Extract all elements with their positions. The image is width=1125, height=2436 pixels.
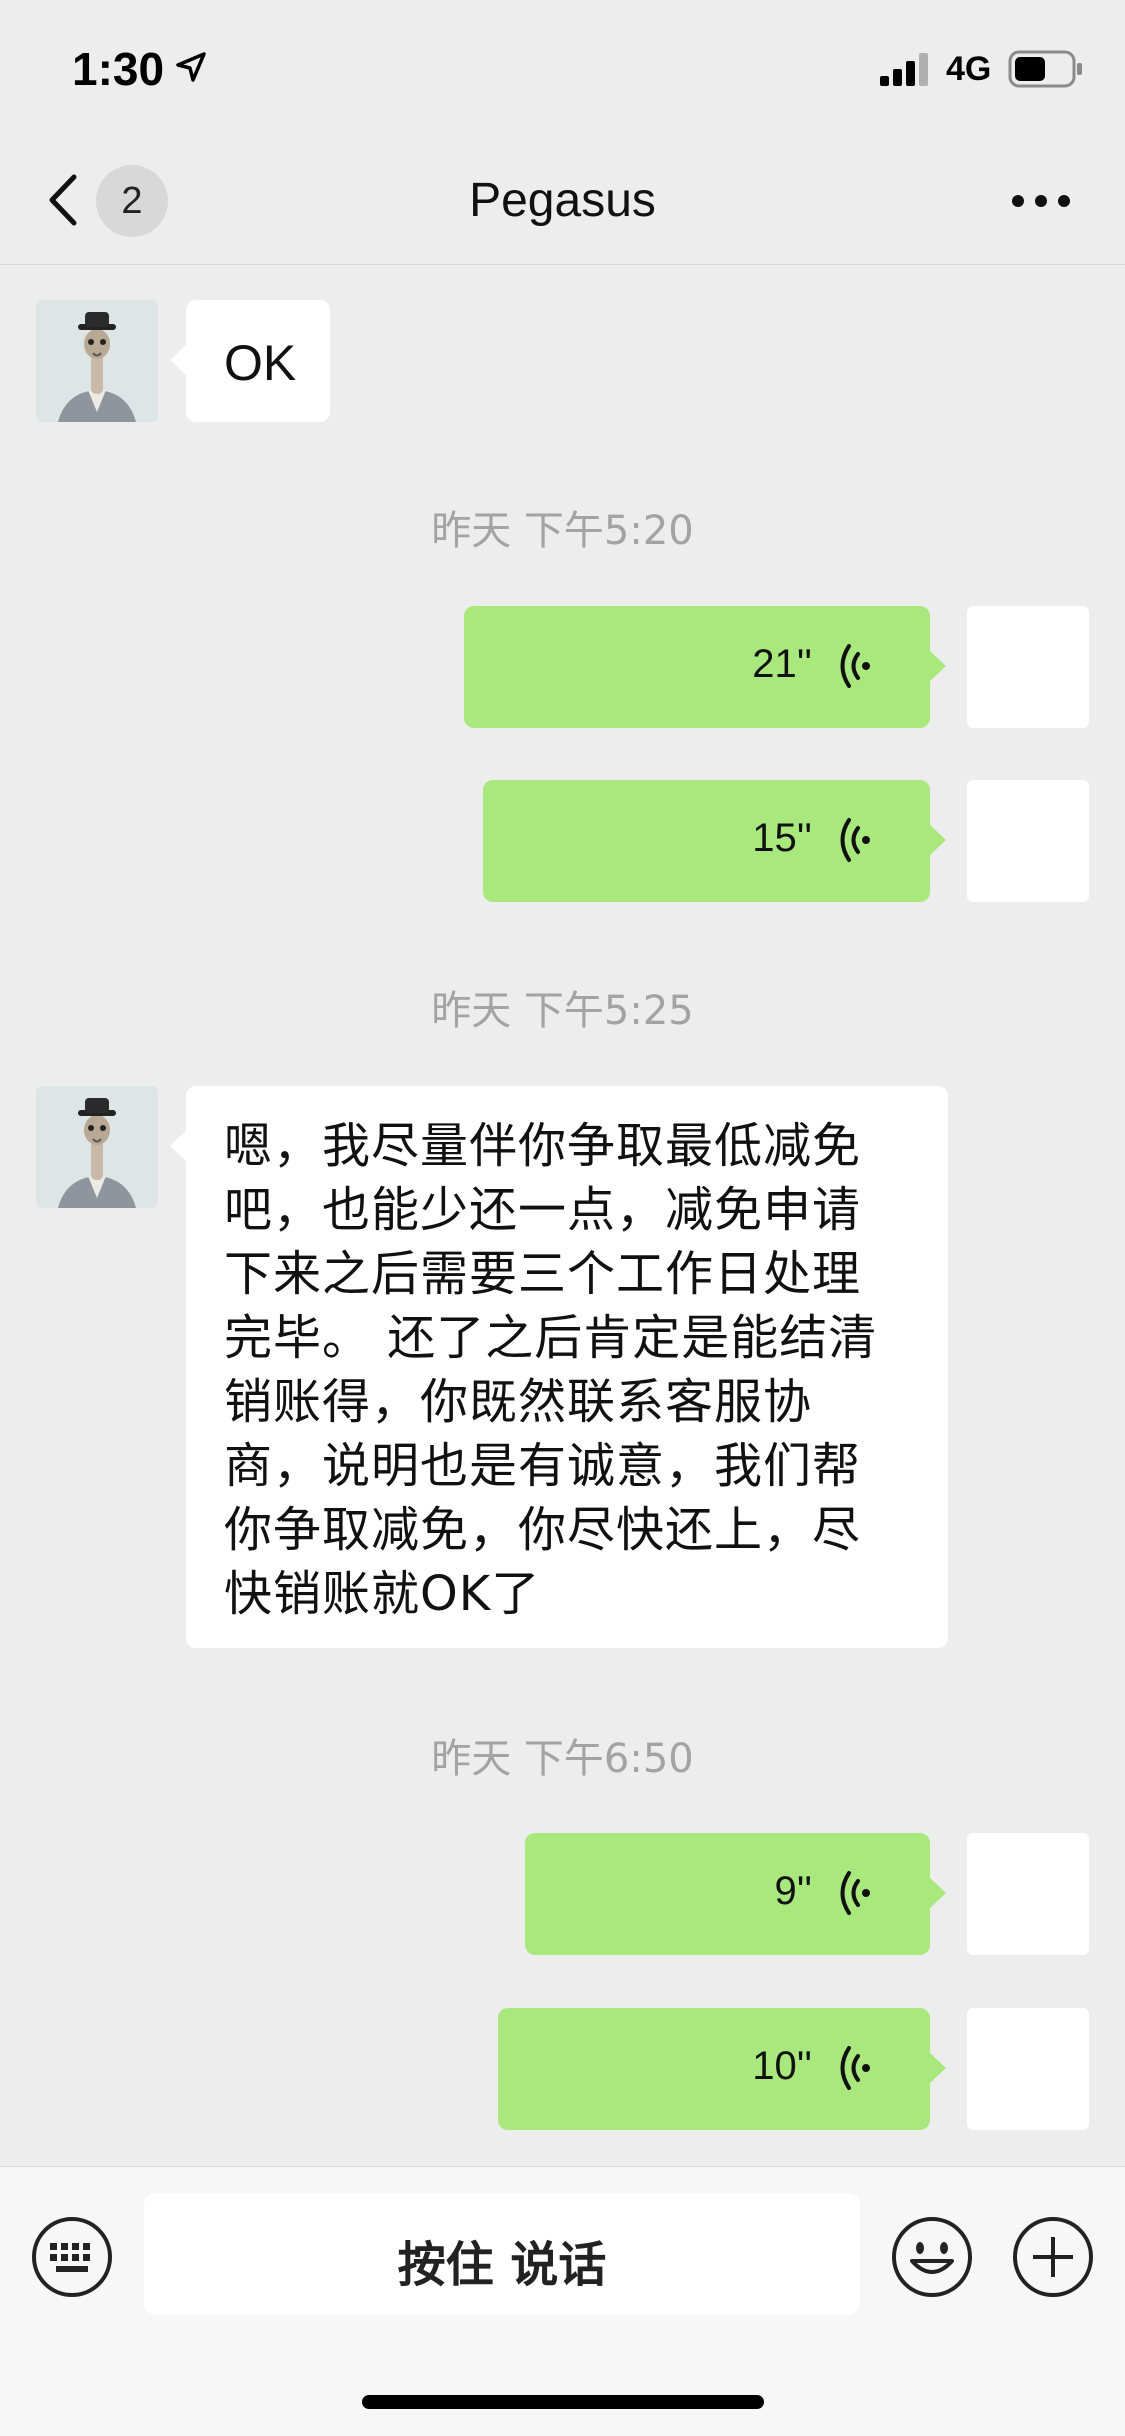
voice-duration: 21'' [752, 642, 812, 686]
hold-to-talk-button[interactable]: 按住 说话 [144, 2193, 860, 2315]
ostrich-portrait-icon [36, 1086, 158, 1208]
message-bubble-incoming[interactable]: 嗯，我尽量伴你争取最低减免吧，也能少还一点，减免申请下来之后需要三个工作日处理完… [170, 1086, 948, 1648]
message-timestamp: 昨天 下午5:20 [431, 508, 694, 554]
signal-bars-icon [880, 53, 928, 86]
contact-avatar[interactable] [36, 1086, 158, 1208]
more-dots-icon[interactable] [1010, 191, 1072, 211]
message-bubble-incoming[interactable]: OK [170, 300, 330, 422]
voice-message-bubble[interactable]: 9'' [525, 1833, 946, 1955]
chat-title: Pegasus [469, 174, 656, 227]
network-type: 4G [946, 50, 992, 88]
emoji-icon[interactable] [890, 2215, 974, 2299]
chat-input-bar: 按住 说话 [0, 2166, 1125, 2436]
self-avatar[interactable] [967, 2008, 1089, 2130]
voice-message-bubble[interactable]: 21'' [464, 606, 946, 728]
voice-message-bubble[interactable]: 15'' [483, 780, 946, 902]
voice-message-bubble[interactable]: 10'' [498, 2008, 946, 2130]
message-text: 嗯，我尽量伴你争取最低减免吧，也能少还一点，减免申请下来之后需要三个工作日处理完… [224, 1118, 878, 1622]
message-timestamp: 昨天 下午6:50 [431, 1736, 694, 1782]
voice-wave-icon [840, 818, 870, 862]
message-timestamp: 昨天 下午5:25 [431, 988, 694, 1034]
hold-to-talk-label: 按住 说话 [397, 2237, 607, 2293]
message-text: OK [224, 335, 297, 391]
voice-duration: 10'' [752, 2044, 812, 2088]
voice-wave-icon [840, 644, 870, 688]
status-bar: 1:30 4G [0, 0, 1125, 135]
voice-duration: 9'' [774, 1869, 812, 1913]
contact-avatar[interactable] [36, 300, 158, 422]
chat-header: 2 Pegasus [0, 135, 1125, 265]
battery-icon [1008, 50, 1082, 88]
voice-wave-icon [840, 1871, 870, 1915]
plus-icon[interactable] [1011, 2215, 1095, 2299]
voice-duration: 15'' [752, 816, 812, 860]
status-time: 1:30 [72, 43, 165, 95]
home-indicator[interactable] [362, 2395, 764, 2409]
self-avatar[interactable] [967, 780, 1089, 902]
self-avatar[interactable] [967, 1833, 1089, 1955]
voice-wave-icon [840, 2046, 870, 2090]
keyboard-icon[interactable] [30, 2215, 114, 2299]
location-arrow-icon [176, 52, 206, 82]
message-list[interactable]: OK 昨天 下午5:20 21'' 15'' 昨天 下午5:25 嗯，我尽量伴你… [0, 266, 1125, 2166]
ostrich-portrait-icon [36, 300, 158, 422]
self-avatar[interactable] [967, 606, 1089, 728]
